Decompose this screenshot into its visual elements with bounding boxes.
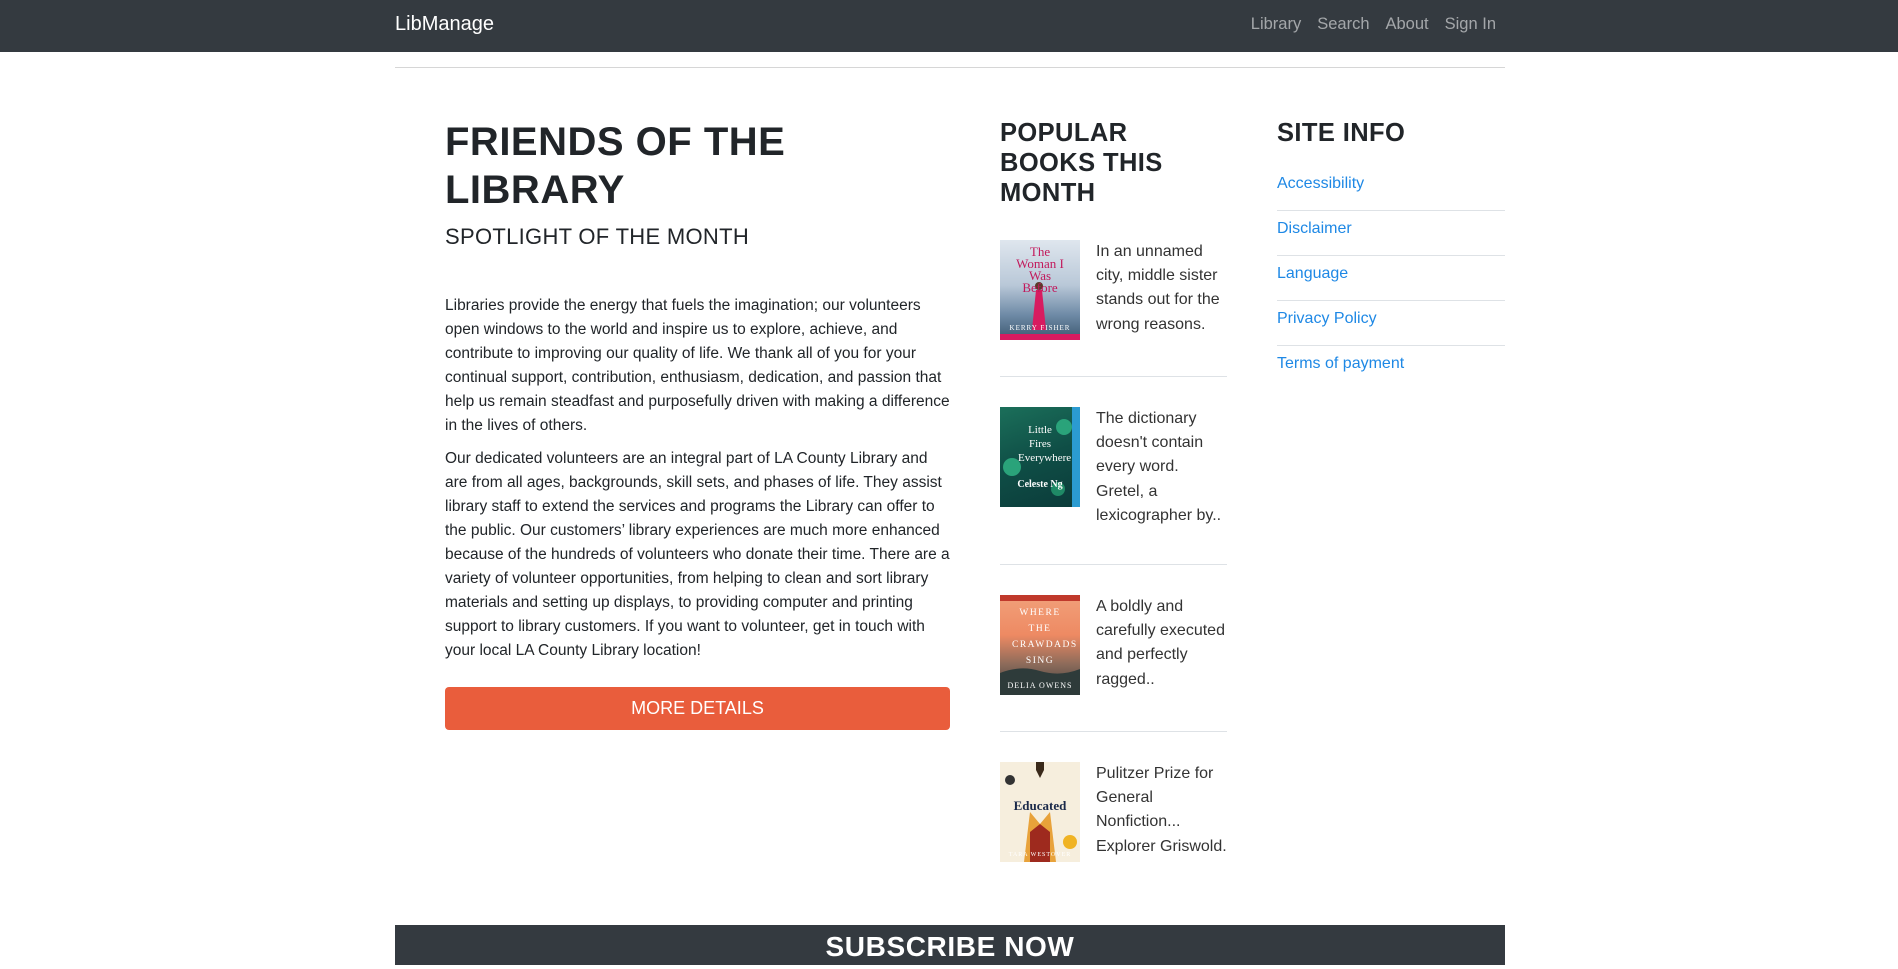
brand-logo-link[interactable]: LibManage bbox=[395, 13, 494, 36]
nav-link-about[interactable]: About bbox=[1386, 15, 1429, 34]
list-item: Disclaimer bbox=[1277, 211, 1505, 256]
book-cover-title: Little Fires Everywhere bbox=[1018, 424, 1072, 464]
book-item[interactable]: WHERE THE CRAWDADS SING DELIA OWENS A bo… bbox=[1000, 565, 1227, 733]
list-item: Terms of payment bbox=[1277, 346, 1505, 390]
volunteers-paragraph: Our dedicated volunteers are an integral… bbox=[445, 449, 950, 660]
intro-paragraph: Libraries provide the energy that fuels … bbox=[445, 297, 950, 435]
subscribe-banner[interactable]: SUBSCRIBE NOW bbox=[395, 925, 1505, 965]
link-accessibility[interactable]: Accessibility bbox=[1277, 166, 1505, 193]
book-description: A boldly and carefully executed and perf… bbox=[1096, 598, 1225, 688]
book-list: The Woman I Was Before KERRY FISHER In a… bbox=[1000, 240, 1227, 898]
nav-links: Library Search About Sign In bbox=[1251, 15, 1496, 34]
book-cover-image[interactable]: WHERE THE CRAWDADS SING DELIA OWENS bbox=[1000, 595, 1080, 696]
book-item[interactable]: The Woman I Was Before KERRY FISHER In a… bbox=[1000, 240, 1227, 377]
popular-books-title: POPULAR BOOKS THIS MONTH bbox=[1000, 119, 1163, 207]
book-cover-title: Educated bbox=[1013, 798, 1067, 814]
list-item: Language bbox=[1277, 256, 1505, 301]
book-item[interactable]: Little Fires Everywhere Celeste Ng The d… bbox=[1000, 377, 1227, 566]
book-cover-image[interactable]: Little Fires Everywhere Celeste Ng bbox=[1000, 407, 1080, 507]
list-item: Accessibility bbox=[1277, 166, 1505, 211]
book-cover-image[interactable]: The Woman I Was Before KERRY FISHER bbox=[1000, 240, 1080, 340]
nav-link-search[interactable]: Search bbox=[1317, 15, 1369, 34]
page-title: FRIENDS OF THE LIBRARY bbox=[445, 120, 786, 212]
site-info-title: SITE INFO bbox=[1277, 119, 1406, 147]
book-description: In an unnamed city, middle sister stands… bbox=[1096, 243, 1220, 333]
book-cover-title: The Woman I Was Before bbox=[1016, 244, 1064, 295]
link-disclaimer[interactable]: Disclaimer bbox=[1277, 211, 1505, 238]
book-cover-author: DELIA OWENS bbox=[1007, 681, 1073, 691]
more-details-button[interactable]: MORE DETAILS bbox=[445, 687, 950, 731]
divider bbox=[395, 67, 1505, 68]
link-terms-of-payment[interactable]: Terms of payment bbox=[1277, 346, 1505, 373]
site-info-section: SITE INFO Accessibility Disclaimer Langu… bbox=[1277, 118, 1505, 390]
book-item[interactable]: Educated TARA WESTOVER Pulitzer Prize fo… bbox=[1000, 732, 1227, 898]
book-cover-title: WHERE THE CRAWDADS SING bbox=[1012, 608, 1078, 667]
book-cover-author: KERRY FISHER bbox=[1009, 324, 1071, 332]
list-item: Privacy Policy bbox=[1277, 301, 1505, 346]
book-cover-image[interactable]: Educated TARA WESTOVER bbox=[1000, 762, 1080, 863]
page-subtitle: SPOTLIGHT OF THE MONTH bbox=[445, 224, 750, 249]
navbar: LibManage Library Search About Sign In bbox=[0, 0, 1898, 52]
popular-books-section: POPULAR BOOKS THIS MONTH The Woman I Was… bbox=[1000, 118, 1227, 898]
link-privacy-policy[interactable]: Privacy Policy bbox=[1277, 301, 1505, 328]
link-language[interactable]: Language bbox=[1277, 256, 1505, 283]
book-cover-author: TARA WESTOVER bbox=[1008, 852, 1072, 859]
site-info-links: Accessibility Disclaimer Language Privac… bbox=[1277, 166, 1505, 390]
book-description: Pulitzer Prize for General Nonfiction...… bbox=[1096, 765, 1227, 855]
book-cover-author: Celeste Ng bbox=[1017, 479, 1063, 490]
book-description: The dictionary doesn't contain every wor… bbox=[1096, 410, 1222, 524]
nav-link-sign-in[interactable]: Sign In bbox=[1445, 15, 1496, 34]
nav-link-library[interactable]: Library bbox=[1251, 15, 1301, 34]
main-content: FRIENDS OF THE LIBRARY SPOTLIGHT OF THE … bbox=[445, 118, 950, 731]
